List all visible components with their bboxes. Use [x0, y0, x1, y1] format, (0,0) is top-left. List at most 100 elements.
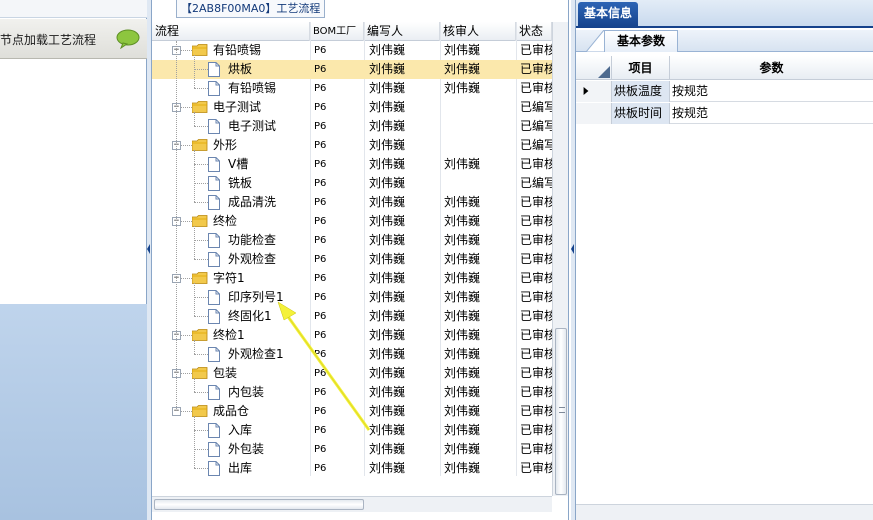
left-node-header[interactable]: 节点加载工艺流程: [0, 19, 147, 59]
reviewer-cell[interactable]: 刘伟巍: [444, 250, 480, 269]
tree-leaf-row[interactable]: 外观检查 P6 刘伟巍 刘伟巍 已审核: [152, 250, 552, 269]
status-cell[interactable]: 已审核: [520, 440, 552, 459]
status-cell[interactable]: 已编写: [520, 174, 552, 193]
grid-corner[interactable]: [576, 56, 612, 80]
bom-cell[interactable]: P6: [314, 41, 326, 60]
bom-cell[interactable]: P6: [314, 250, 326, 269]
tree-group-row[interactable]: − 电子测试 P6 刘伟巍 已编写: [152, 98, 552, 117]
bom-cell[interactable]: P6: [314, 307, 326, 326]
tree-node-label[interactable]: 外观检查: [228, 250, 276, 269]
reviewer-cell[interactable]: 刘伟巍: [444, 421, 480, 440]
bom-cell[interactable]: P6: [314, 364, 326, 383]
status-cell[interactable]: 已审核: [520, 307, 552, 326]
reviewer-cell[interactable]: 刘伟巍: [444, 60, 480, 79]
subtab-basic-params[interactable]: 基本参数: [604, 30, 678, 52]
status-cell[interactable]: 已审核: [520, 421, 552, 440]
bom-cell[interactable]: P6: [314, 440, 326, 459]
horizontal-scrollbar[interactable]: [576, 504, 873, 520]
bom-cell[interactable]: P6: [314, 326, 326, 345]
reviewer-cell[interactable]: 刘伟巍: [444, 459, 480, 476]
status-cell[interactable]: 已审核: [520, 269, 552, 288]
status-cell[interactable]: 已审核: [520, 212, 552, 231]
tree-leaf-row[interactable]: 外观检查1 P6 刘伟巍 刘伟巍 已审核: [152, 345, 552, 364]
col-header-flow[interactable]: 流程: [152, 22, 310, 41]
tree-node-label[interactable]: 有铅喷锡: [228, 79, 276, 98]
editor-cell[interactable]: 刘伟巍: [369, 41, 405, 60]
horizontal-scroll-thumb[interactable]: [154, 499, 364, 510]
editor-cell[interactable]: 刘伟巍: [369, 174, 405, 193]
horizontal-scrollbar[interactable]: [152, 496, 552, 512]
tree-node-label[interactable]: 出库: [228, 459, 252, 476]
speech-bubble-icon[interactable]: [116, 29, 140, 49]
reviewer-cell[interactable]: 刘伟巍: [444, 345, 480, 364]
editor-cell[interactable]: 刘伟巍: [369, 250, 405, 269]
bom-cell[interactable]: P6: [314, 136, 326, 155]
tree-leaf-row[interactable]: 铣板 P6 刘伟巍 已编写: [152, 174, 552, 193]
bom-cell[interactable]: P6: [314, 117, 326, 136]
reviewer-cell[interactable]: 刘伟巍: [444, 307, 480, 326]
editor-cell[interactable]: 刘伟巍: [369, 459, 405, 476]
reviewer-cell[interactable]: 刘伟巍: [444, 364, 480, 383]
reviewer-cell[interactable]: 刘伟巍: [444, 402, 480, 421]
status-cell[interactable]: 已编写: [520, 117, 552, 136]
reviewer-cell[interactable]: 刘伟巍: [444, 41, 480, 60]
col-header-param[interactable]: 参数: [670, 56, 873, 80]
bom-cell[interactable]: P6: [314, 402, 326, 421]
bom-cell[interactable]: P6: [314, 421, 326, 440]
tree-node-label[interactable]: 终检1: [213, 326, 245, 345]
editor-cell[interactable]: 刘伟巍: [369, 402, 405, 421]
tab-basic-info[interactable]: 基本信息: [578, 2, 639, 28]
tree-node-label[interactable]: 功能检查: [228, 231, 276, 250]
status-cell[interactable]: 已审核: [520, 79, 552, 98]
col-header-status[interactable]: 状态: [516, 22, 552, 41]
editor-cell[interactable]: 刘伟巍: [369, 326, 405, 345]
editor-cell[interactable]: 刘伟巍: [369, 60, 405, 79]
bom-cell[interactable]: P6: [314, 98, 326, 117]
bom-cell[interactable]: P6: [314, 288, 326, 307]
status-cell[interactable]: 已审核: [520, 41, 552, 60]
editor-cell[interactable]: 刘伟巍: [369, 212, 405, 231]
reviewer-cell[interactable]: 刘伟巍: [444, 231, 480, 250]
editor-cell[interactable]: 刘伟巍: [369, 345, 405, 364]
tree-node-label[interactable]: 包装: [213, 364, 237, 383]
tree-leaf-row[interactable]: 内包装 P6 刘伟巍 刘伟巍 已审核: [152, 383, 552, 402]
status-cell[interactable]: 已审核: [520, 231, 552, 250]
status-cell[interactable]: 已审核: [520, 193, 552, 212]
status-cell[interactable]: 已审核: [520, 459, 552, 476]
tree-leaf-row[interactable]: 成品清洗 P6 刘伟巍 刘伟巍 已审核: [152, 193, 552, 212]
tree-group-row[interactable]: − 包装 P6 刘伟巍 刘伟巍 已审核: [152, 364, 552, 383]
tree-node-label[interactable]: 铣板: [228, 174, 252, 193]
tree-group-row[interactable]: − 终检 P6 刘伟巍 刘伟巍 已审核: [152, 212, 552, 231]
editor-cell[interactable]: 刘伟巍: [369, 136, 405, 155]
tree-node-label[interactable]: 烘板: [228, 60, 252, 79]
status-cell[interactable]: 已审核: [520, 250, 552, 269]
tree-leaf-row[interactable]: 有铅喷锡 P6 刘伟巍 刘伟巍 已审核: [152, 79, 552, 98]
tree-node-label[interactable]: 终固化1: [228, 307, 272, 326]
tree-leaf-row[interactable]: 电子测试 P6 刘伟巍 已编写: [152, 117, 552, 136]
tree-leaf-row[interactable]: 功能检查 P6 刘伟巍 刘伟巍 已审核: [152, 231, 552, 250]
tree-group-row[interactable]: − 终检1 P6 刘伟巍 刘伟巍 已审核: [152, 326, 552, 345]
editor-cell[interactable]: 刘伟巍: [369, 269, 405, 288]
col-header-editor[interactable]: 编写人: [364, 22, 440, 41]
param-value[interactable]: 按规范: [670, 103, 873, 124]
tree-node-label[interactable]: 外观检查1: [228, 345, 284, 364]
editor-cell[interactable]: 刘伟巍: [369, 117, 405, 136]
tree-node-label[interactable]: 有铅喷锡: [213, 41, 261, 60]
status-cell[interactable]: 已审核: [520, 364, 552, 383]
vertical-scroll-thumb[interactable]: [555, 328, 567, 495]
bom-cell[interactable]: P6: [314, 60, 326, 79]
tree-node-label[interactable]: 终检: [213, 212, 237, 231]
editor-cell[interactable]: 刘伟巍: [369, 383, 405, 402]
tree-node-label[interactable]: V槽: [228, 155, 248, 174]
tree-leaf-row[interactable]: 出库 P6 刘伟巍 刘伟巍 已审核: [152, 459, 552, 476]
col-header-item[interactable]: 项目: [612, 56, 670, 80]
status-cell[interactable]: 已审核: [520, 155, 552, 174]
tree-leaf-row[interactable]: 外包装 P6 刘伟巍 刘伟巍 已审核: [152, 440, 552, 459]
param-row[interactable]: 烘板时间 按规范: [576, 103, 873, 124]
tree-leaf-row[interactable]: 入库 P6 刘伟巍 刘伟巍 已审核: [152, 421, 552, 440]
bom-cell[interactable]: P6: [314, 193, 326, 212]
tree-leaf-row[interactable]: 烘板 P6 刘伟巍 刘伟巍 已审核: [152, 60, 552, 79]
tree-node-label[interactable]: 入库: [228, 421, 252, 440]
tree-group-row[interactable]: − 字符1 P6 刘伟巍 刘伟巍 已审核: [152, 269, 552, 288]
tree-node-label[interactable]: 字符1: [213, 269, 245, 288]
